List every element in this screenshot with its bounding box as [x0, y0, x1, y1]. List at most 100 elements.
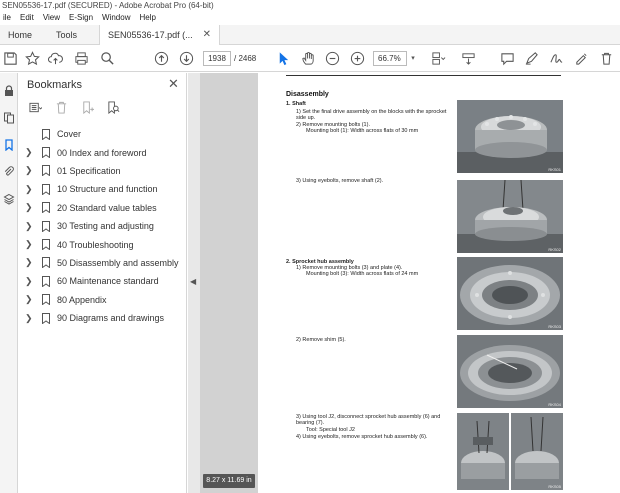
bookmark-icon: [42, 183, 50, 195]
bookmark-item[interactable]: ❯ 20 Standard value tables: [19, 199, 187, 217]
attachment-icon[interactable]: [1, 164, 17, 180]
star-icon[interactable]: [24, 50, 40, 66]
document-viewport[interactable]: Disassembly 1. Shaft 1) Set the final dr…: [200, 73, 620, 493]
bookmarks-toolbar: [27, 100, 121, 114]
bookmark-item[interactable]: ❯ 01 Specification: [19, 162, 187, 180]
lock-icon[interactable]: [1, 83, 17, 99]
zoom-out-icon[interactable]: [324, 50, 340, 66]
bookmark-icon: [42, 165, 50, 177]
signature-icon[interactable]: [548, 50, 564, 66]
page-down-icon[interactable]: [178, 50, 194, 66]
bookmark-icon: [42, 220, 50, 232]
comment-icon[interactable]: [499, 50, 515, 66]
shaft-step-3: 3) Using eyebolts, remove shaft (2).: [296, 178, 384, 184]
bookmarks-panel: Bookmarks ✕ ❯Cover❯00 Index and foreword…: [19, 73, 187, 493]
hand-tool-icon[interactable]: [300, 50, 316, 66]
new-bookmark-icon[interactable]: [79, 100, 95, 114]
chevron-right-icon[interactable]: ❯: [25, 276, 35, 287]
upload-cloud-icon[interactable]: [47, 50, 63, 66]
hub-step-3-note: Tool: Special tool J2: [306, 427, 355, 433]
chevron-right-icon[interactable]: ❯: [25, 294, 35, 305]
page-size-badge: 8.27 x 11.69 in: [203, 474, 255, 488]
zoom-level-input[interactable]: 66.7%: [373, 51, 407, 66]
tab-home[interactable]: Home: [0, 25, 40, 45]
bookmark-item[interactable]: ❯ 80 Appendix: [19, 291, 187, 309]
find-bookmark-icon[interactable]: [105, 100, 121, 114]
hub-step-4: 4) Using eyebolts, remove sprocket hub a…: [296, 434, 428, 440]
bookmark-panel-icon[interactable]: [1, 137, 17, 153]
document-page: Disassembly 1. Shaft 1) Set the final dr…: [258, 73, 620, 493]
bookmark-item[interactable]: ❯ 40 Troubleshooting: [19, 235, 187, 253]
bookmark-item[interactable]: ❯ 10 Structure and function: [19, 180, 187, 198]
trash-icon[interactable]: [598, 50, 614, 66]
panel-splitter[interactable]: ◀: [188, 73, 200, 493]
page-up-icon[interactable]: [153, 50, 169, 66]
menu-view[interactable]: View: [40, 11, 66, 25]
page-header-rule: [286, 73, 561, 76]
bookmark-label: 60 Maintenance standard: [57, 276, 159, 287]
chevron-right-icon[interactable]: ❯: [25, 313, 35, 324]
photo-label: RKS01: [548, 167, 561, 172]
bookmark-item[interactable]: ❯Cover: [19, 125, 187, 143]
bookmark-label: 80 Appendix: [57, 294, 107, 305]
bookmark-icon: [42, 312, 50, 324]
bookmark-item[interactable]: ❯ 50 Disassembly and assembly: [19, 254, 187, 272]
highlight-pen-icon[interactable]: [523, 50, 539, 66]
bookmark-label: 30 Testing and adjusting: [57, 221, 154, 232]
photo-label: RKS04: [548, 402, 561, 407]
bookmark-icon: [42, 202, 50, 214]
shaft-heading: 1. Shaft: [286, 101, 306, 107]
bookmark-label: 00 Index and foreword: [57, 147, 147, 158]
bookmark-label: 01 Specification: [57, 165, 121, 176]
chevron-right-icon[interactable]: ❯: [25, 257, 35, 268]
save-icon[interactable]: [2, 50, 18, 66]
shaft-step-2-note: Mounting bolt (1): Width across flats of…: [306, 128, 419, 134]
page-total: / 2468: [234, 54, 257, 63]
collapse-panel-chevron-icon[interactable]: ◀: [190, 277, 196, 286]
toolbar: 1938 / 2468 66.7% ▾: [0, 46, 620, 72]
print-icon[interactable]: [73, 50, 89, 66]
delete-bookmark-icon[interactable]: [53, 100, 69, 114]
zoom-in-icon[interactable]: [349, 50, 365, 66]
chevron-right-icon[interactable]: ❯: [25, 202, 35, 213]
zoom-dropdown-chevron-icon[interactable]: ▾: [409, 50, 417, 66]
bookmark-item[interactable]: ❯ 30 Testing and adjusting: [19, 217, 187, 235]
bookmark-icon: [42, 294, 50, 306]
chevron-right-icon[interactable]: ❯: [25, 239, 35, 250]
photo-shim: RKS04: [457, 335, 563, 408]
photo-label: RKS03: [548, 324, 561, 329]
layers-icon[interactable]: [1, 191, 17, 207]
bookmark-options-icon[interactable]: [27, 100, 43, 114]
page-thumbnails-icon[interactable]: [1, 110, 17, 126]
tab-tools[interactable]: Tools: [40, 25, 85, 45]
scroll-mode-icon[interactable]: [460, 50, 476, 66]
page-number-input[interactable]: 1938: [203, 51, 231, 66]
fill-sign-icon[interactable]: [573, 50, 589, 66]
bookmark-item[interactable]: ❯ 00 Index and foreword: [19, 143, 187, 161]
chevron-right-icon[interactable]: ❯: [25, 147, 35, 158]
menu-help[interactable]: Help: [136, 11, 161, 25]
chevron-right-icon[interactable]: ❯: [25, 221, 35, 232]
shaft-step-1: 1) Set the final drive assembly on the b…: [296, 109, 447, 122]
bookmark-label: 90 Diagrams and drawings: [57, 313, 165, 324]
chevron-right-icon[interactable]: ❯: [25, 165, 35, 176]
menu-edit[interactable]: Edit: [17, 11, 40, 25]
menu-esign[interactable]: E-Sign: [66, 11, 99, 25]
tab-bar: Home Tools SEN05536-17.pdf (... ✕: [0, 25, 620, 45]
chevron-right-icon[interactable]: ❯: [25, 184, 35, 195]
bookmark-label: 10 Structure and function: [57, 184, 158, 195]
menu-window[interactable]: Window: [99, 11, 136, 25]
magnify-icon[interactable]: [99, 50, 115, 66]
select-cursor-icon[interactable]: [275, 50, 291, 66]
menu-file[interactable]: ile: [0, 11, 17, 25]
window-title: SEN05536-17.pdf (SECURED) - Adobe Acroba…: [0, 0, 620, 11]
bookmark-list: ❯Cover ❯ 00 Index and foreword ❯ 01 Specific…: [19, 125, 187, 327]
close-panel-icon[interactable]: ✕: [168, 76, 179, 92]
bookmark-item[interactable]: ❯ 90 Diagrams and drawings: [19, 309, 187, 327]
bookmark-item[interactable]: ❯ 60 Maintenance standard: [19, 272, 187, 290]
photo-label: RKS02: [548, 247, 561, 252]
left-navigation-rail: [0, 73, 18, 493]
tab-document[interactable]: SEN05536-17.pdf (... ✕: [99, 25, 220, 45]
close-icon[interactable]: ✕: [203, 25, 211, 45]
page-display-icon[interactable]: [430, 50, 446, 66]
